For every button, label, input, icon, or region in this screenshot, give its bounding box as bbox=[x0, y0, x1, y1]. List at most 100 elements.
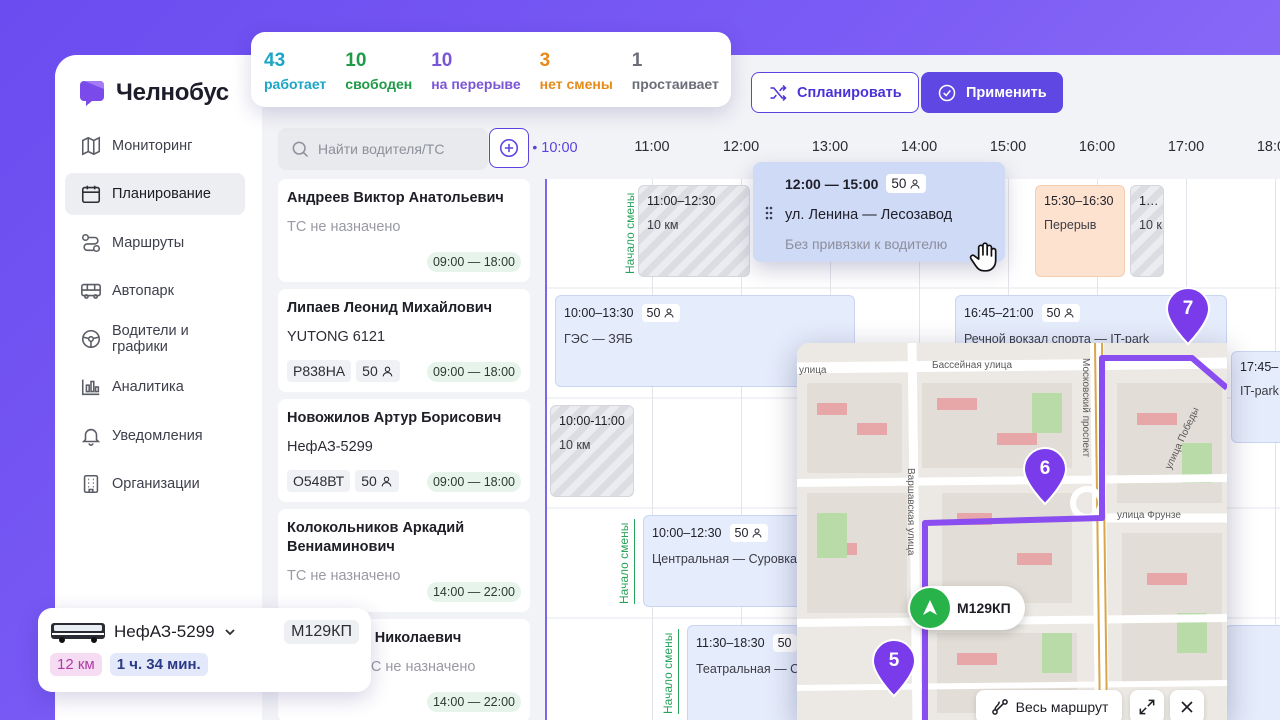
vehicle-model: НефАЗ-5299 bbox=[114, 622, 215, 641]
capacity-badge: 50 bbox=[355, 470, 399, 492]
route-icon bbox=[991, 699, 1008, 715]
person-icon bbox=[664, 308, 674, 318]
sidebar-item-drivers[interactable]: Водители и графики bbox=[65, 318, 245, 360]
block-time: 17:45– bbox=[1240, 360, 1279, 374]
drag-handle-icon[interactable] bbox=[765, 206, 773, 220]
block-detail: 10 к bbox=[1139, 218, 1162, 232]
stat-free[interactable]: 10 свободен bbox=[345, 50, 412, 107]
driver-meta: Р838НА 50 bbox=[287, 360, 400, 382]
block-detail: Перерыв bbox=[1044, 218, 1097, 232]
full-route-label: Весь маршрут bbox=[1015, 699, 1109, 715]
sidebar-item-planning[interactable]: Планирование bbox=[65, 173, 245, 216]
timeline-tick: 13:00 bbox=[811, 139, 849, 155]
schedule-block[interactable] bbox=[1225, 625, 1280, 720]
trip-note: Без привязки к водителю bbox=[785, 236, 948, 252]
sidebar-item-label: Автопарк bbox=[112, 282, 174, 299]
schedule-block[interactable]: 1… 10 к bbox=[1130, 185, 1164, 277]
full-route-button[interactable]: Весь маршрут bbox=[976, 690, 1122, 720]
search-icon bbox=[292, 141, 309, 158]
sidebar-item-notifications[interactable]: Уведомления bbox=[65, 415, 245, 457]
capacity-value: 50 bbox=[891, 176, 907, 191]
vehicle-info-card[interactable]: НефАЗ-5299 М129КП 12 км 1 ч. 34 мин. bbox=[38, 608, 371, 692]
sidebar-item-monitoring[interactable]: Мониторинг bbox=[65, 125, 245, 167]
capacity-badge: 50 bbox=[1041, 304, 1081, 322]
block-route: Центральная — Суровка bbox=[652, 552, 797, 566]
search-input[interactable] bbox=[318, 141, 468, 157]
route-stop-pin[interactable]: 5 bbox=[870, 638, 918, 698]
driver-card[interactable]: Новожилов Артур Борисович НефАЗ-5299 О54… bbox=[278, 399, 530, 502]
close-map-button[interactable] bbox=[1170, 690, 1204, 720]
street-label: Бассейная улица bbox=[932, 360, 1013, 371]
bus-icon bbox=[51, 623, 105, 643]
expand-map-button[interactable] bbox=[1130, 690, 1164, 720]
capacity-badge: 50 bbox=[886, 174, 927, 193]
shift-start-label: Начало смены bbox=[617, 519, 635, 604]
stat-count: 10 bbox=[431, 50, 453, 71]
block-time: 1… bbox=[1139, 194, 1159, 208]
sidebar-item-routes[interactable]: Маршруты bbox=[65, 222, 245, 264]
vehicle-plate: М129КП bbox=[284, 620, 359, 644]
apply-button[interactable]: Применить bbox=[921, 72, 1063, 113]
shift-time-badge: 09:00 — 18:00 bbox=[426, 362, 521, 382]
driver-name: Колокольников Аркадий Вениаминович bbox=[287, 520, 465, 555]
driver-card[interactable]: Липаев Леонид Михайлович YUTONG 6121 Р83… bbox=[278, 289, 530, 392]
stat-count: 1 bbox=[631, 50, 643, 71]
route-map[interactable]: Бассейная улица Московский проспект улиц… bbox=[797, 343, 1227, 720]
schedule-block[interactable]: 17:45– IT-park – bbox=[1231, 351, 1280, 443]
sidebar-item-analytics[interactable]: Аналитика bbox=[65, 366, 245, 408]
plan-button-label: Спланировать bbox=[797, 84, 902, 101]
plus-circle-icon bbox=[499, 138, 519, 158]
capacity-value: 50 bbox=[1046, 306, 1061, 320]
logo[interactable]: Челнобус bbox=[80, 79, 229, 107]
chart-icon bbox=[81, 380, 100, 396]
sidebar-item-label: Планирование bbox=[112, 186, 211, 203]
person-icon bbox=[1064, 308, 1074, 318]
schedule-block[interactable]: 11:00–12:30 10 км bbox=[638, 185, 750, 277]
driver-card[interactable]: Андреев Виктор Анатольевич ТС не назначе… bbox=[278, 179, 530, 282]
timeline-tick: 15:00 bbox=[989, 139, 1027, 155]
stat-break[interactable]: 10 на перерыве bbox=[431, 50, 520, 107]
trip-route: ул. Ленина — Лесозавод bbox=[785, 207, 953, 223]
stat-idle[interactable]: 1 простаивает bbox=[632, 50, 719, 107]
pin-number: 7 bbox=[1182, 298, 1194, 319]
capacity-value: 50 bbox=[734, 526, 749, 540]
navigation-arrow-icon bbox=[910, 588, 950, 628]
stat-label: простаивает bbox=[631, 76, 719, 92]
chevron-down-icon[interactable] bbox=[223, 625, 237, 639]
block-route: IT-park – bbox=[1240, 384, 1280, 398]
timeline-tick: 18:00 bbox=[1256, 139, 1280, 155]
driver-name: Новожилов Артур Борисович bbox=[287, 410, 502, 426]
trip-time: 12:00 — 15:00 bbox=[785, 175, 879, 192]
schedule-block[interactable]: 10:00–12:30 50 Центральная — Суровка bbox=[643, 515, 803, 607]
schedule-block[interactable]: 11:30–18:30 50 Театральная — Ск bbox=[687, 625, 807, 720]
pin-number: 6 bbox=[1039, 458, 1051, 479]
stat-working[interactable]: 43 работает bbox=[264, 50, 326, 107]
sidebar-item-fleet[interactable]: Автопарк bbox=[65, 270, 245, 312]
block-detail: 10 км bbox=[647, 218, 679, 232]
driver-card[interactable]: Колокольников Аркадий Вениаминович ТС не… bbox=[278, 509, 530, 612]
driver-vehicle: НефАЗ-5299 bbox=[287, 439, 373, 455]
plate-badge: Р838НА bbox=[287, 360, 352, 382]
close-icon bbox=[1181, 701, 1193, 713]
plan-button[interactable]: Спланировать bbox=[751, 72, 919, 113]
driver-vehicle: ТС не назначено bbox=[287, 219, 401, 235]
route-stop-pin[interactable]: 7 bbox=[1164, 286, 1212, 346]
schedule-block[interactable]: 10:00-11:00 10 км bbox=[550, 405, 634, 497]
street-label: улица bbox=[799, 365, 827, 376]
sidebar-nav: Мониторинг Планирование Маршруты Автопар… bbox=[65, 125, 245, 511]
route-icon bbox=[81, 233, 101, 252]
vehicle-marker[interactable]: М129КП bbox=[908, 586, 1025, 630]
block-time: 16:45–21:00 bbox=[964, 306, 1034, 320]
steering-wheel-icon bbox=[81, 330, 101, 349]
block-detail: 10 км bbox=[559, 438, 591, 452]
add-driver-button[interactable] bbox=[489, 128, 529, 168]
stat-no-shift[interactable]: 3 нет смены bbox=[540, 50, 613, 107]
vehicle-marker-plate: М129КП bbox=[957, 600, 1011, 616]
schedule-block-break[interactable]: 15:30–16:30 Перерыв bbox=[1035, 185, 1125, 277]
driver-vehicle: YUTONG 6121 bbox=[287, 329, 386, 345]
sidebar-item-organizations[interactable]: Организации bbox=[65, 463, 245, 505]
driver-name: Липаев Леонид Михайлович bbox=[287, 300, 493, 316]
street-label: Московский проспект bbox=[1080, 358, 1091, 458]
capacity-badge: 50 bbox=[729, 524, 769, 542]
route-stop-pin[interactable]: 6 bbox=[1021, 446, 1069, 506]
